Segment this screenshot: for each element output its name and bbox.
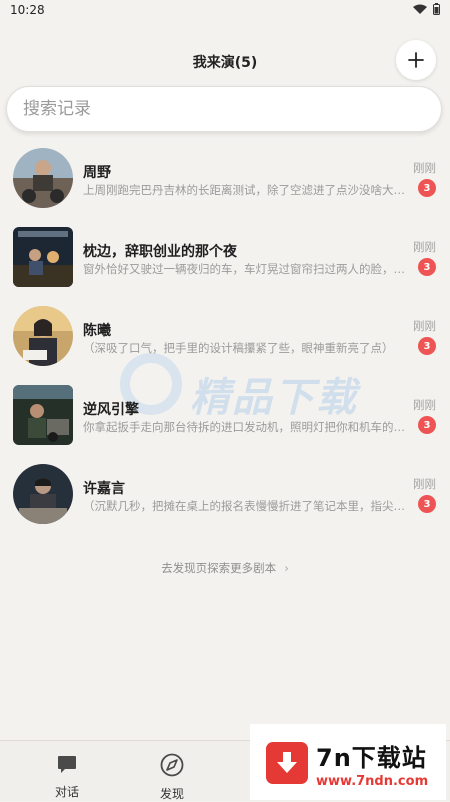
unread-badge: 3 — [418, 416, 436, 434]
status-bar: 10:28 — [0, 0, 450, 24]
tab-chat[interactable]: 对话 — [37, 753, 97, 800]
conversation-item[interactable]: 逆风引擎 你拿起扳手走向那台待拆的进口发动机，照明灯把你和机车的影子 刚刚 3 — [0, 377, 450, 456]
unread-badge: 3 — [418, 258, 436, 276]
tab-discover[interactable]: 发现 — [142, 753, 202, 802]
avatar — [13, 227, 73, 287]
avatar — [13, 385, 73, 445]
conversation-time: 刚刚 — [413, 477, 436, 491]
download-site-banner[interactable]: 7n下载站 www.7ndn.com — [250, 724, 446, 800]
header: 我来演(5) — [0, 40, 450, 82]
conversation-time: 刚刚 — [413, 398, 436, 412]
conversation-preview: 窗外恰好又驶过一辆夜归的车，车灯晃过窗帘扫过两人的脸，… — [83, 262, 405, 276]
conversation-name: 逆风引擎 — [83, 402, 139, 418]
conversation-time: 刚刚 — [413, 319, 436, 333]
conversation-item[interactable]: 许嘉言 （沉默几秒，把摊在桌上的报名表慢慢折进了笔记本里，指尖… 刚刚 3 — [0, 456, 450, 535]
status-icons — [413, 3, 440, 15]
wifi-icon — [413, 4, 427, 14]
conversation-preview: （沉默几秒，把摊在桌上的报名表慢慢折进了笔记本里，指尖… — [83, 499, 405, 513]
avatar — [13, 306, 73, 366]
search-input[interactable] — [7, 87, 441, 131]
chevron-right-icon: › — [284, 561, 289, 575]
conversation-list: 周野 上周刚跑完巴丹吉林的长距离测试，除了空滤进了点沙没啥大问题 刚刚 3 枕边… — [0, 140, 450, 535]
unread-badge: 3 — [418, 179, 436, 197]
banner-title: 7n下载站 — [316, 744, 427, 772]
conversation-preview: （深吸了口气，把手里的设计稿攥紧了些，眼神重新亮了点） — [83, 341, 394, 355]
discover-more-link[interactable]: 去发现页探索更多剧本 › — [0, 560, 450, 576]
conversation-item[interactable]: 枕边，辞职创业的那个夜 窗外恰好又驶过一辆夜归的车，车灯晃过窗帘扫过两人的脸，…… — [0, 219, 450, 298]
download-arrow-icon — [266, 742, 308, 784]
avatar — [13, 464, 73, 524]
banner-url: www.7ndn.com — [316, 774, 429, 789]
conversation-time: 刚刚 — [413, 240, 436, 254]
conversation-item[interactable]: 周野 上周刚跑完巴丹吉林的长距离测试，除了空滤进了点沙没啥大问题 刚刚 3 — [0, 140, 450, 219]
conversation-name: 枕边，辞职创业的那个夜 — [83, 244, 237, 260]
conversation-preview: 你拿起扳手走向那台待拆的进口发动机，照明灯把你和机车的影子 — [83, 420, 408, 434]
page-title: 我来演(5) — [192, 55, 258, 71]
battery-icon — [433, 3, 440, 15]
search-bar[interactable] — [6, 86, 442, 132]
unread-badge: 3 — [418, 337, 436, 355]
status-time: 10:28 — [10, 3, 45, 17]
discover-more-label: 去发现页探索更多剧本 — [161, 561, 277, 575]
conversation-preview: 上周刚跑完巴丹吉林的长距离测试，除了空滤进了点沙没啥大问题 — [83, 183, 408, 197]
chat-bubble-icon — [58, 756, 76, 773]
conversation-time: 刚刚 — [413, 161, 436, 175]
compass-icon — [160, 753, 184, 777]
tab-chat-label: 对话 — [54, 785, 79, 799]
tab-discover-label: 发现 — [159, 787, 184, 801]
conversation-name: 许嘉言 — [83, 481, 125, 497]
conversation-item[interactable]: 陈曦 （深吸了口气，把手里的设计稿攥紧了些，眼神重新亮了点） 刚刚 3 — [0, 298, 450, 377]
add-button[interactable] — [396, 40, 436, 80]
conversation-name: 陈曦 — [83, 323, 111, 339]
conversation-name: 周野 — [83, 165, 111, 181]
unread-badge: 3 — [418, 495, 436, 513]
avatar — [13, 148, 73, 208]
plus-icon — [408, 52, 424, 68]
